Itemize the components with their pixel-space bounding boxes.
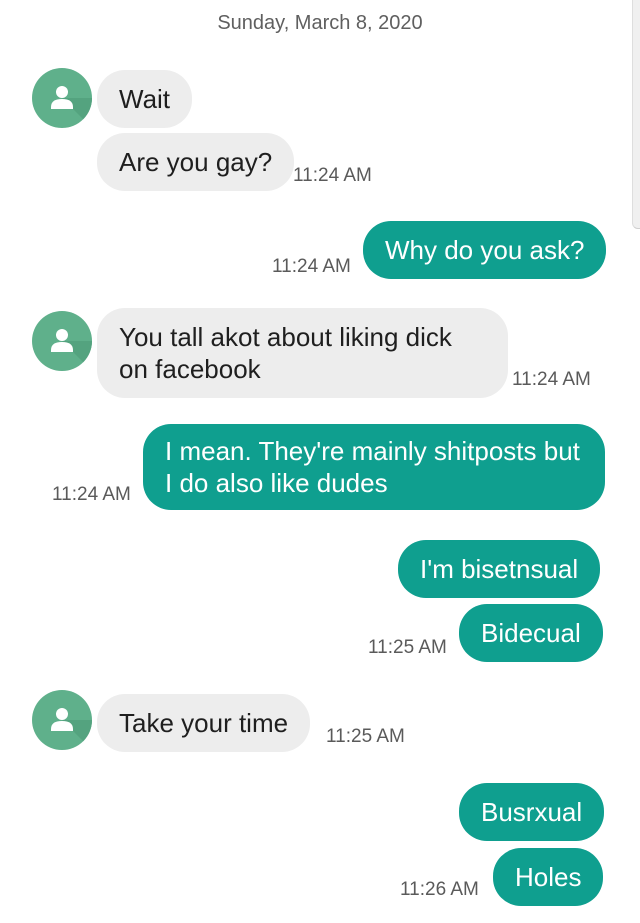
person-icon — [51, 329, 92, 371]
message-text: Why do you ask? — [385, 235, 585, 265]
message-timestamp: 11:24 AM — [272, 256, 351, 277]
contact-avatar[interactable] — [32, 311, 92, 371]
message-bubble-outgoing[interactable]: I mean. They're mainly shitposts but I d… — [143, 424, 605, 510]
person-icon — [51, 708, 92, 750]
message-text: Busrxual — [481, 797, 583, 827]
message-text: Wait — [119, 84, 171, 114]
scrollbar[interactable] — [632, 0, 640, 229]
message-bubble-outgoing[interactable]: Busrxual — [459, 783, 605, 841]
message-bubble-outgoing[interactable]: Holes — [493, 848, 604, 906]
message-text: Take your time — [119, 708, 289, 738]
message-bubble-incoming[interactable]: Take your time — [97, 694, 311, 752]
message-text: I mean. They're mainly shitposts but I d… — [165, 436, 580, 498]
contact-avatar[interactable] — [32, 68, 92, 128]
message-bubble-incoming[interactable]: Wait — [97, 70, 193, 128]
message-text: I'm bisetnsual — [420, 554, 579, 584]
message-timestamp: 11:26 AM — [400, 879, 479, 900]
message-text: Bidecual — [481, 618, 581, 648]
message-text: Holes — [515, 862, 582, 892]
message-bubble-incoming[interactable]: Are you gay? — [97, 133, 295, 191]
message-text: Are you gay? — [119, 147, 273, 177]
message-timestamp: 11:24 AM — [52, 484, 131, 505]
message-timestamp: 11:24 AM — [512, 369, 591, 390]
date-header: Sunday, March 8, 2020 — [217, 12, 423, 34]
message-bubble-outgoing[interactable]: Why do you ask? — [363, 221, 607, 279]
contact-avatar[interactable] — [32, 690, 92, 750]
message-timestamp: 11:25 AM — [326, 726, 405, 747]
person-icon — [51, 86, 92, 128]
message-timestamp: 11:25 AM — [368, 637, 447, 658]
message-bubble-outgoing[interactable]: Bidecual — [459, 604, 603, 662]
message-timestamp: 11:24 AM — [293, 165, 372, 186]
message-bubble-incoming[interactable]: You tall akot about liking dick on faceb… — [97, 308, 508, 398]
message-bubble-outgoing[interactable]: I'm bisetnsual — [398, 540, 601, 598]
message-text: You tall akot about liking dick on faceb… — [119, 322, 452, 384]
